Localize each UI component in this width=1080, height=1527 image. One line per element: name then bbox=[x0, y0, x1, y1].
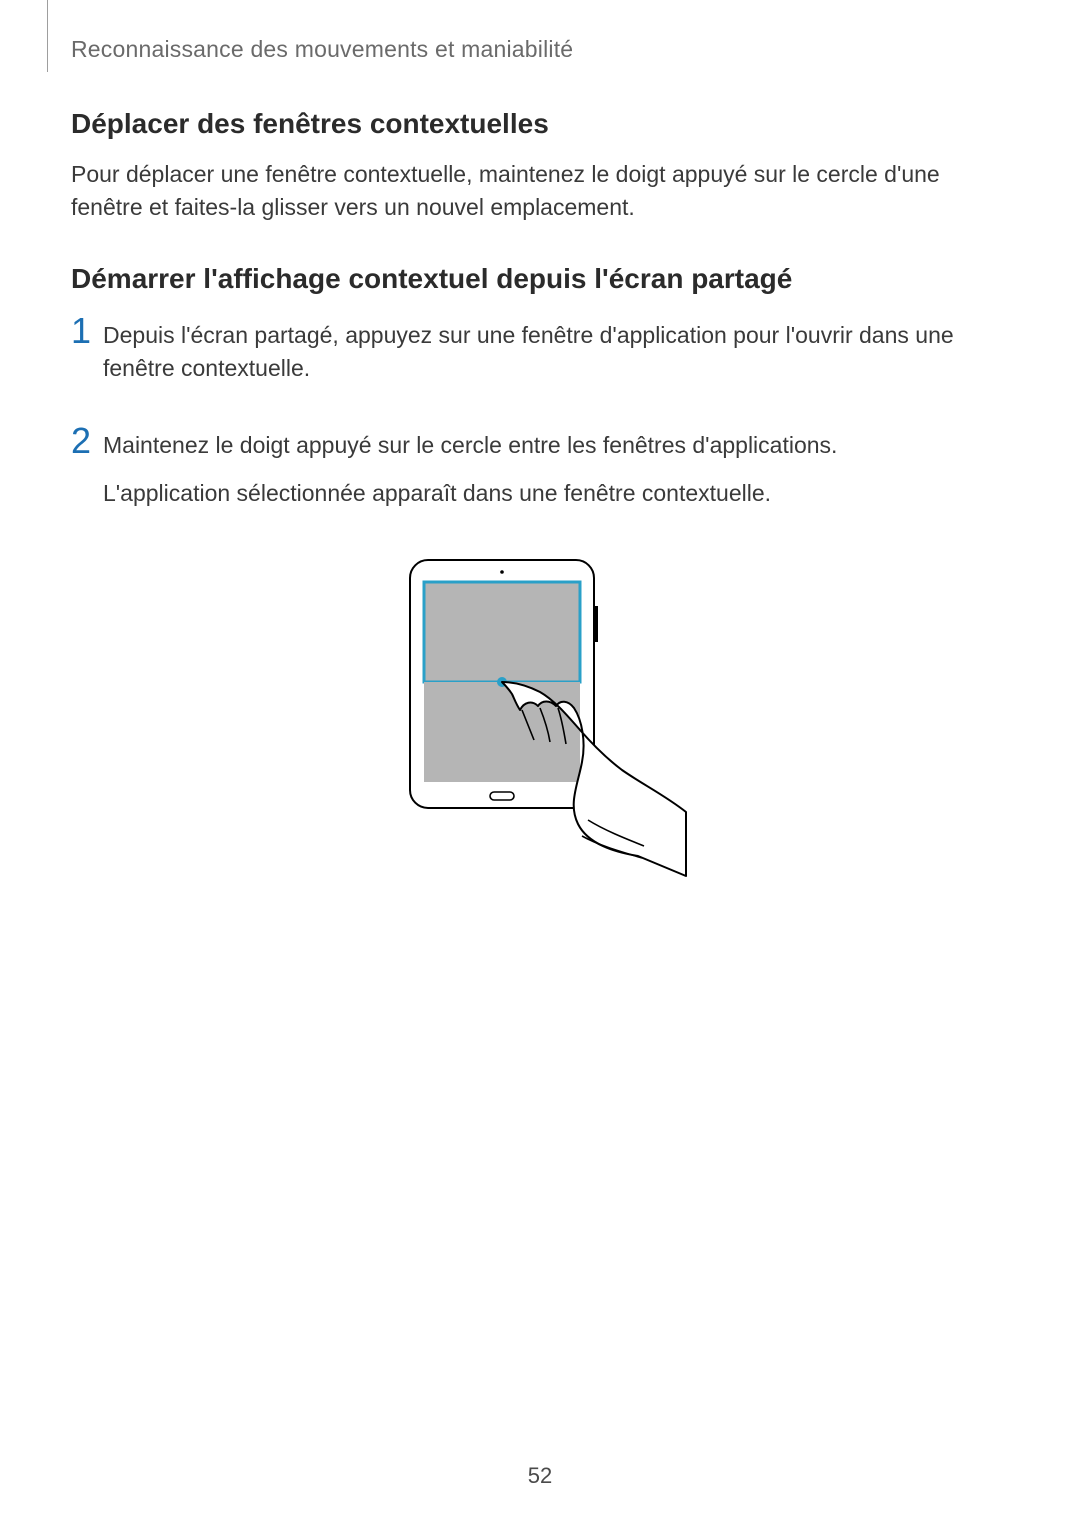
section1-body: Pour déplacer une fenêtre contextuelle, … bbox=[71, 158, 1009, 225]
step-1: 1 Depuis l'écran partagé, appuyez sur un… bbox=[71, 313, 1009, 400]
step-line: Maintenez le doigt appuyé sur le cercle … bbox=[103, 429, 1009, 462]
page-number: 52 bbox=[0, 1463, 1080, 1489]
illustration-tablet-tap bbox=[390, 552, 690, 882]
section1-heading: Déplacer des fenêtres contextuelles bbox=[71, 108, 1009, 140]
page-content: Déplacer des fenêtres contextuelles Pour… bbox=[71, 108, 1009, 882]
step-text: Maintenez le doigt appuyé sur le cercle … bbox=[103, 423, 1009, 524]
step-text: Depuis l'écran partagé, appuyez sur une … bbox=[103, 313, 1009, 400]
step-number: 2 bbox=[71, 423, 103, 524]
running-header: Reconnaissance des mouvements et maniabi… bbox=[71, 36, 573, 63]
step-line: L'application sélectionnée apparaît dans… bbox=[103, 477, 1009, 510]
step-number: 1 bbox=[71, 313, 103, 400]
header-rule bbox=[47, 0, 48, 72]
section2-heading: Démarrer l'affichage contextuel depuis l… bbox=[71, 263, 1009, 295]
step-2: 2 Maintenez le doigt appuyé sur le cercl… bbox=[71, 423, 1009, 524]
step-line: Depuis l'écran partagé, appuyez sur une … bbox=[103, 319, 1009, 386]
